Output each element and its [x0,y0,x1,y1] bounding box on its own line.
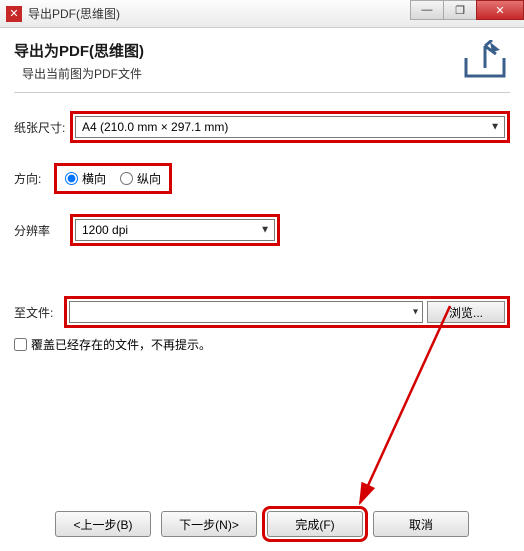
back-button[interactable]: <上一步(B) [55,511,151,537]
close-button[interactable]: ✕ [476,0,524,20]
portrait-radio-label: 纵向 [137,170,161,187]
highlight-resolution: 1200 dpi ▼ [70,214,280,246]
resolution-row: 分辨率 1200 dpi ▼ [14,214,510,246]
tofile-input[interactable]: ▾ [69,301,423,323]
titlebar: ✕ 导出PDF(思维图) — ❐ ✕ [0,0,524,28]
portrait-radio-input[interactable] [120,172,133,185]
orientation-row: 方向: 横向 纵向 [14,163,510,194]
resolution-select[interactable]: 1200 dpi ▼ [75,219,275,241]
dropdown-arrow-icon: ▼ [260,225,270,236]
highlight-orientation: 横向 纵向 [54,163,172,194]
window-title: 导出PDF(思维图) [28,5,120,22]
minimize-button[interactable]: — [410,0,444,20]
overwrite-checkbox[interactable] [14,338,27,351]
paper-size-select[interactable]: A4 (210.0 mm × 297.1 mm) ▼ [75,116,505,138]
close-icon: ✕ [495,4,504,17]
tofile-label: 至文件: [14,304,64,321]
paper-size-value: A4 (210.0 mm × 297.1 mm) [82,120,228,134]
dropdown-arrow-icon: ▼ [490,122,500,133]
app-icon: ✕ [6,6,22,22]
maximize-button[interactable]: ❐ [443,0,477,20]
highlight-paper: A4 (210.0 mm × 297.1 mm) ▼ [70,111,510,143]
highlight-tofile: ▾ 浏览... [64,296,510,328]
overwrite-label: 覆盖已经存在的文件，不再提示。 [31,336,211,353]
window-buttons: — ❐ ✕ [411,0,524,24]
tofile-row: 至文件: ▾ 浏览... [14,296,510,328]
header-block: 导出为PDF(思维图) 导出当前图为PDF文件 [14,40,510,93]
landscape-radio-input[interactable] [65,172,78,185]
orientation-radio-group: 横向 纵向 [59,168,167,189]
orientation-label: 方向: [14,170,54,187]
orientation-portrait-radio[interactable]: 纵向 [120,170,161,187]
resolution-label: 分辨率 [14,222,70,239]
paper-size-row: 纸张尺寸: A4 (210.0 mm × 297.1 mm) ▼ [14,111,510,143]
page-subtitle: 导出当前图为PDF文件 [22,65,510,82]
export-icon [462,40,508,80]
page-title: 导出为PDF(思维图) [14,40,510,61]
orientation-landscape-radio[interactable]: 横向 [65,170,106,187]
landscape-radio-label: 横向 [82,170,106,187]
footer-buttons: <上一步(B) 下一步(N)> 完成(F) 取消 [0,511,524,537]
overwrite-row: 覆盖已经存在的文件，不再提示。 [14,336,510,353]
cancel-button[interactable]: 取消 [373,511,469,537]
dropdown-arrow-icon: ▾ [413,307,418,318]
browse-button[interactable]: 浏览... [427,301,505,323]
finish-button[interactable]: 完成(F) [267,511,363,537]
minimize-icon: — [422,4,433,16]
dialog-content: 导出为PDF(思维图) 导出当前图为PDF文件 纸张尺寸: A4 (210.0 … [0,28,524,551]
next-button[interactable]: 下一步(N)> [161,511,257,537]
paper-size-label: 纸张尺寸: [14,119,70,136]
dialog-window: ✕ 导出PDF(思维图) — ❐ ✕ 导出为PDF(思维图) 导出当前图为PDF… [0,0,524,551]
maximize-icon: ❐ [455,4,465,17]
resolution-value: 1200 dpi [82,223,128,237]
